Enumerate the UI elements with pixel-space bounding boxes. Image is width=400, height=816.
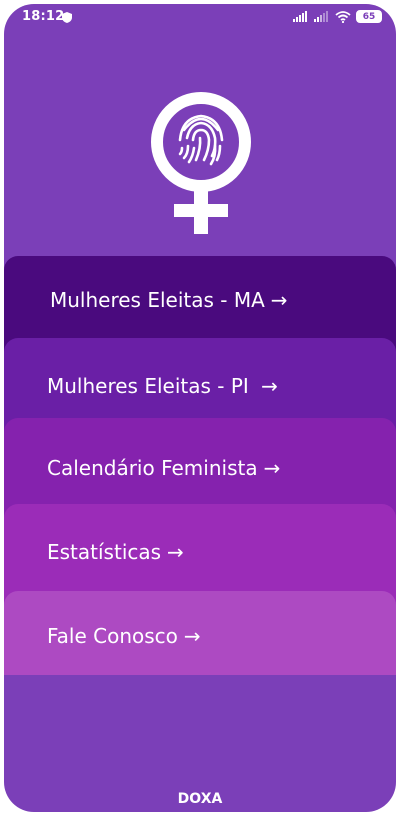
menu-item-label: Fale Conosco <box>47 624 178 648</box>
menu-item-label: Mulheres Eleitas - PI <box>47 374 256 398</box>
status-icons: 65 <box>293 10 382 23</box>
status-time: 18:12 <box>22 9 65 24</box>
female-symbol-fingerprint-icon <box>151 92 251 234</box>
menu-item-label: Mulheres Eleitas - MA <box>50 288 265 312</box>
arrow-right-icon: → <box>261 374 278 398</box>
footer-brand: DOXA <box>177 791 223 807</box>
arrow-right-icon: → <box>167 540 184 564</box>
menu-item-label: Calendário Feminista <box>47 456 258 480</box>
signal-icon <box>293 11 307 22</box>
app-screen: 18:12 65 Mulheres Eleitas - MA → Mulhere… <box>4 4 396 812</box>
status-bar: 18:12 65 <box>4 4 396 34</box>
arrow-right-icon: → <box>183 624 201 648</box>
menu-item-calendario-feminista[interactable]: Calendário Feminista → <box>4 418 396 518</box>
arrow-right-icon: → <box>270 288 288 312</box>
shield-icon <box>62 12 72 23</box>
menu-item-label: Estatísticas <box>47 540 162 564</box>
battery-icon: 65 <box>356 10 382 23</box>
menu-item-fale-conosco[interactable]: Fale Conosco → <box>4 591 396 675</box>
wifi-icon <box>335 10 351 23</box>
arrow-right-icon: → <box>263 456 281 480</box>
signal-icon-2 <box>314 11 328 22</box>
menu-item-estatisticas[interactable]: Estatísticas → <box>4 504 396 604</box>
